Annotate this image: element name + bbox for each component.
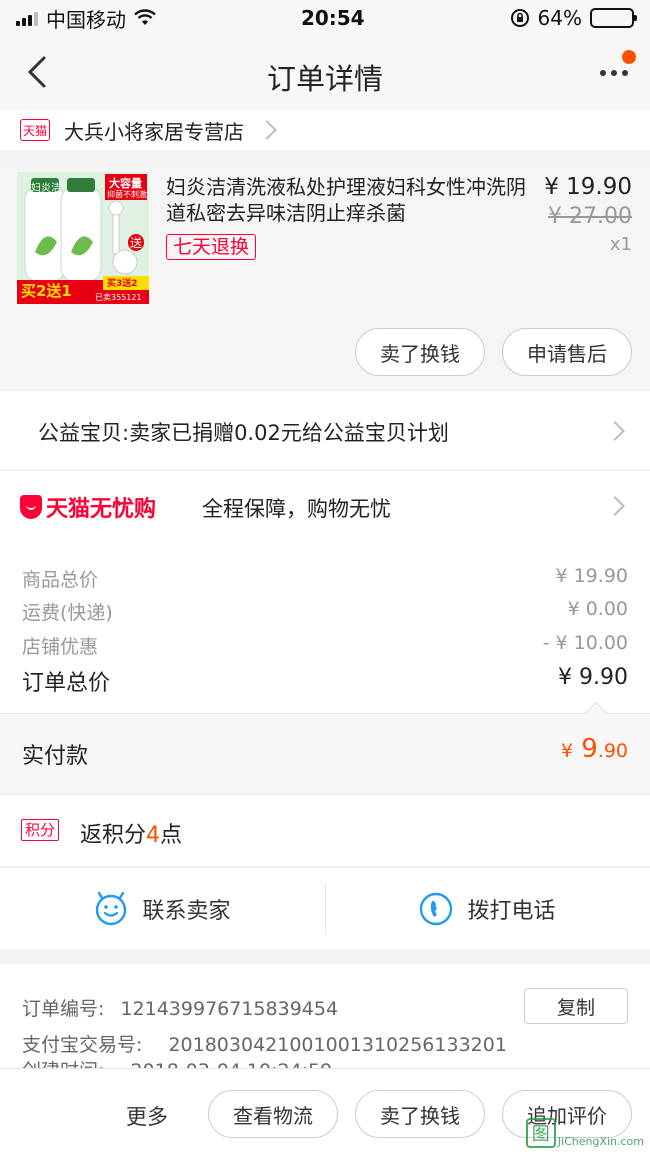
clock: 20:54 xyxy=(300,6,365,30)
product-card[interactable]: 妇炎洁 大容量 抑菌不刺激 送 买2送1 买3送2 已卖355121件 妇炎洁清… xyxy=(0,162,650,390)
summary-value: ¥ 0.00 xyxy=(567,598,628,620)
status-left: 中国移动 xyxy=(16,4,156,33)
alipay-row: 支付宝交易号: 2018030421001001310256133201 xyxy=(22,1030,507,1057)
thumb-gift-sub: 买3送2 xyxy=(107,279,138,289)
order-info: 订单编号: 121439976715839454 复制 支付宝交易号: 2018… xyxy=(0,964,650,1074)
status-right: 64% xyxy=(510,6,637,30)
order-number-row: 订单编号: 121439976715839454 xyxy=(22,994,338,1021)
product-title[interactable]: 妇炎洁清洗液私处护理液妇科女性冲洗阴道私密去异味洁阴止痒杀菌 xyxy=(166,174,532,226)
points-row: 积分 返积分4点 xyxy=(0,794,650,866)
charity-row[interactable]: 公益宝贝:卖家已捐赠0.02元给公益宝贝计划 xyxy=(0,390,650,470)
shield-icon xyxy=(20,495,42,519)
page-title: 订单详情 xyxy=(266,62,383,96)
signal-icon xyxy=(16,10,38,26)
phone-icon xyxy=(420,892,453,926)
product-thumbnail[interactable]: 妇炎洁 大容量 抑菌不刺激 送 买2送1 买3送2 已卖355121件 xyxy=(17,172,149,304)
contact-bar: 联系卖家 拨打电话 xyxy=(0,867,650,949)
order-number-label: 订单编号: xyxy=(22,998,105,1020)
wifi-icon xyxy=(134,9,156,25)
thumb-brand: 妇炎洁 xyxy=(31,183,61,194)
original-price: ¥ 27.00 xyxy=(548,204,632,229)
points-tag: 积分 xyxy=(21,819,60,841)
paid-currency: ¥ xyxy=(560,740,573,762)
rotation-lock-icon xyxy=(510,9,529,27)
summary-label: 店铺优惠 xyxy=(22,636,99,658)
thumb-gift: 送 xyxy=(128,234,145,251)
price-summary: 商品总价 ¥ 19.90 运费(快递) ¥ 0.00 店铺优惠 - ¥ 10.0… xyxy=(0,541,650,713)
view-logistics-button[interactable]: 查看物流 xyxy=(208,1090,338,1138)
tmall-badge: 天猫 xyxy=(20,119,50,141)
order-total-row: 订单总价 ¥ 9.90 xyxy=(22,665,628,697)
order-total-value: ¥ 9.90 xyxy=(558,665,628,690)
copy-button[interactable]: 复制 xyxy=(524,988,628,1024)
alipay-number: 2018030421001001310256133201 xyxy=(168,1034,507,1056)
worry-free-row[interactable]: 天猫无忧购 全程保障，购物无忧 xyxy=(0,471,650,541)
points-suffix: 点 xyxy=(160,823,183,848)
chevron-right-icon xyxy=(257,120,277,140)
battery-percent: 64% xyxy=(537,6,582,30)
order-total-label: 订单总价 xyxy=(22,671,111,696)
contact-seller-label: 联系卖家 xyxy=(142,899,231,924)
more-button[interactable]: 更多 xyxy=(126,1101,168,1131)
worry-free-logo: 天猫无忧购 xyxy=(20,491,156,523)
watermark-text: JiChengXin.com xyxy=(557,1135,644,1148)
summary-label: 运费(快递) xyxy=(22,602,113,624)
product-price: ¥ 19.90 xyxy=(544,174,632,200)
call-phone-label: 拨打电话 xyxy=(467,899,556,924)
summary-row: 运费(快递) ¥ 0.00 xyxy=(22,598,628,625)
order-number[interactable]: 121439976715839454 xyxy=(120,998,338,1020)
chat-face-icon xyxy=(96,892,127,926)
thumb-capacity-sub: 抑菌不刺激 xyxy=(107,190,147,199)
worry-free-text: 全程保障，购物无忧 xyxy=(202,497,391,521)
summary-row: 店铺优惠 - ¥ 10.00 xyxy=(22,632,628,659)
watermark: 图 JiChengXin.com xyxy=(525,1118,644,1148)
paid-decimal: .90 xyxy=(597,740,628,762)
summary-row: 商品总价 ¥ 19.90 xyxy=(22,565,628,592)
paid-int: 9 xyxy=(581,734,598,764)
aftersale-button[interactable]: 申请售后 xyxy=(502,328,632,376)
sell-button[interactable]: 卖了换钱 xyxy=(355,328,485,376)
refund-tag: 七天退换 xyxy=(166,234,257,260)
charity-text: 公益宝贝:卖家已捐赠0.02元给公益宝贝计划 xyxy=(38,421,449,445)
worry-free-brand: 天猫无忧购 xyxy=(46,497,157,522)
thumb-promo: 买2送1 xyxy=(21,282,72,300)
more-dots-icon[interactable] xyxy=(600,70,628,76)
battery-icon xyxy=(590,8,637,28)
summary-value: - ¥ 10.00 xyxy=(542,632,628,654)
shop-row[interactable]: 天猫 大兵小将家居专营店 xyxy=(0,110,650,150)
carrier-label: 中国移动 xyxy=(46,7,126,32)
notification-dot xyxy=(622,50,636,64)
paid-amount: ¥ 9.90 xyxy=(561,734,628,764)
status-bar: 中国移动 20:54 64% xyxy=(0,0,650,36)
nav-bar: 订单详情 xyxy=(0,36,650,110)
summary-label: 商品总价 xyxy=(22,569,99,591)
watermark-logo-icon: 图 xyxy=(525,1118,556,1148)
contact-seller-button[interactable]: 联系卖家 xyxy=(0,868,325,950)
chevron-right-icon xyxy=(605,421,625,441)
paid-row: 实付款 ¥ 9.90 xyxy=(0,701,650,793)
shop-name: 大兵小将家居专营店 xyxy=(64,119,244,144)
points-text: 返积分4点 xyxy=(80,817,182,849)
chevron-right-icon xyxy=(605,496,625,516)
call-phone-button[interactable]: 拨打电话 xyxy=(325,868,650,950)
alipay-label: 支付宝交易号: xyxy=(22,1034,143,1056)
product-quantity: x1 xyxy=(609,234,632,255)
points-number: 4 xyxy=(146,823,161,848)
summary-value: ¥ 19.90 xyxy=(555,565,628,587)
paid-label: 实付款 xyxy=(22,744,89,769)
thumb-sold: 已卖355121件 xyxy=(95,293,142,302)
sell-button[interactable]: 卖了换钱 xyxy=(355,1090,485,1138)
points-prefix: 返积分 xyxy=(80,823,147,848)
bottom-action-bar: 更多 查看物流 卖了换钱 追加评价 图 JiChengXin.com xyxy=(0,1068,650,1156)
